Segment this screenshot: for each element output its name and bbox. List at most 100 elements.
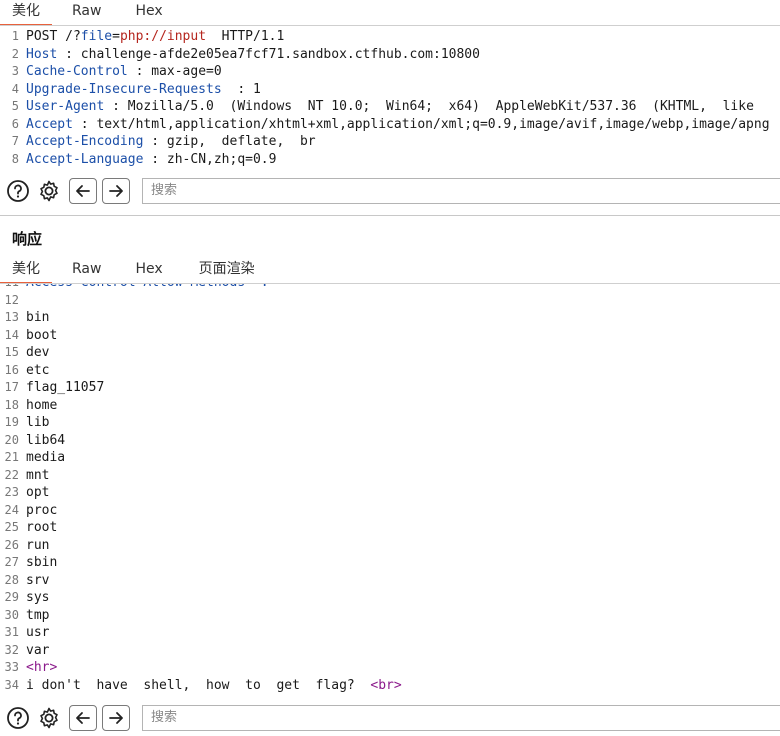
line-number: 19	[4, 415, 19, 429]
panel-divider	[0, 215, 780, 216]
code-line: 25 root	[0, 519, 780, 537]
code-line: 22 mnt	[0, 467, 780, 485]
code-token: file	[80, 29, 113, 44]
code-line: 14 boot	[0, 327, 780, 345]
code-token: : text/html,application/xhtml+xml,applic…	[72, 116, 770, 132]
line-number: 14	[4, 327, 19, 342]
code-line: 13 bin	[0, 309, 780, 327]
request-editor[interactable]: 1 POST /?file=php://input HTTP/1.1 2 Host :…	[0, 28, 780, 170]
line-number: 27	[4, 555, 19, 569]
code-line: 29 sys	[0, 589, 780, 607]
line-number: 30	[4, 607, 19, 622]
request-search-input[interactable]: 搜索	[142, 178, 780, 204]
gear-icon[interactable]	[37, 179, 61, 203]
help-icon[interactable]	[6, 179, 30, 203]
line-number: 12	[4, 292, 19, 307]
code-line: 34 i don't have shell, how to get flag? <…	[0, 677, 780, 695]
code-line: 17 flag_11057	[0, 379, 780, 397]
code-line: 20 lib64	[0, 432, 780, 450]
line-number: 7	[11, 134, 19, 148]
code-line: 6 Accept : text/html,application/xhtml+xm…	[0, 116, 780, 134]
code-line: 3 Cache-Control : max-age=0	[0, 63, 780, 81]
code-token: HTTP/1.1	[206, 29, 285, 44]
help-icon[interactable]	[6, 706, 30, 730]
code-token: : Mozilla/5.0 (Windows NT 10.0; Win64; x…	[104, 99, 754, 114]
line-number: 5	[11, 99, 19, 113]
line-content: var	[26, 642, 49, 660]
line-number: 1	[11, 29, 19, 43]
line-content: POST /?file=php://input HTTP/1.1	[26, 28, 284, 46]
code-token: flag_11057	[26, 380, 105, 395]
line-number: 28	[4, 572, 19, 587]
response-tabs: 美化 Raw Hex 页面渲染	[0, 258, 267, 284]
code-token: Host	[26, 46, 58, 62]
line-number: 29	[4, 590, 19, 604]
code-token: POST /?	[26, 29, 81, 44]
code-line: 18 home	[0, 397, 780, 415]
line-number: 25	[4, 520, 19, 534]
code-token: <hr>	[26, 660, 58, 675]
code-line: 19 lib	[0, 414, 780, 432]
code-token: : challenge-afde2e05ea7fcf71.sandbox.ctf…	[57, 46, 480, 62]
line-content: <hr>	[26, 659, 57, 677]
code-token: =	[112, 29, 120, 44]
tab-render[interactable]: 页面渲染	[177, 258, 267, 282]
code-line: 33 <hr>	[0, 659, 780, 677]
code-token: : gzip, deflate, br	[143, 134, 316, 149]
code-line: 23 opt	[0, 484, 780, 502]
line-content: Accept-Encoding : gzip, deflate, br	[26, 133, 316, 151]
arrow-right-icon[interactable]	[102, 705, 130, 731]
response-editor[interactable]: 11 Access-Control-Allow-Methods : * 12 13 bi…	[0, 284, 780, 695]
line-number: 3	[11, 64, 19, 78]
code-token: root	[26, 520, 58, 535]
code-token: srv	[26, 572, 50, 588]
request-tabs: 美化 Raw Hex	[0, 0, 177, 26]
code-line: 12	[0, 292, 780, 310]
line-content: proc	[26, 502, 57, 520]
code-line: 32 var	[0, 642, 780, 660]
code-token: php://input	[119, 29, 207, 44]
line-content: srv	[26, 572, 49, 590]
line-content: usr	[26, 624, 49, 642]
code-token: opt	[26, 485, 50, 500]
code-token: usr	[26, 625, 50, 640]
line-number: 26	[4, 537, 19, 552]
arrow-left-icon[interactable]	[69, 178, 97, 204]
line-content: root	[26, 519, 57, 537]
code-token: home	[26, 397, 58, 413]
line-number: 24	[4, 502, 19, 517]
line-content: lib	[26, 414, 49, 432]
line-number: 6	[11, 116, 19, 131]
code-line: 7 Accept-Encoding : gzip, deflate, br	[0, 133, 780, 151]
arrow-left-icon[interactable]	[69, 705, 97, 731]
tab-pretty[interactable]: 美化	[0, 0, 52, 26]
line-content: i don't have shell, how to get flag? <br…	[26, 677, 402, 695]
tab-hex[interactable]: Hex	[115, 0, 176, 24]
line-number: 22	[4, 467, 19, 482]
line-content: media	[26, 449, 65, 467]
line-content: mnt	[26, 467, 49, 485]
code-token: Upgrade-Insecure-Requests	[26, 81, 222, 97]
tab-raw[interactable]: Raw	[52, 0, 115, 24]
code-line: 1 POST /?file=php://input HTTP/1.1	[0, 28, 780, 46]
arrow-right-icon[interactable]	[102, 178, 130, 204]
code-token: sbin	[26, 555, 58, 570]
line-number: 23	[4, 485, 19, 499]
response-search-input[interactable]: 搜索	[142, 705, 780, 731]
gear-icon[interactable]	[37, 706, 61, 730]
tab-pretty[interactable]: 美化	[0, 258, 52, 284]
line-content: etc	[26, 362, 49, 380]
line-number: 8	[11, 151, 19, 166]
tab-divider	[0, 283, 780, 284]
line-number: 20	[4, 432, 19, 447]
code-line: 21 media	[0, 449, 780, 467]
tab-hex[interactable]: Hex	[115, 258, 176, 282]
code-token: proc	[26, 502, 58, 518]
line-content: Accept-Language : zh-CN,zh;q=0.9	[26, 151, 276, 169]
line-number: 13	[4, 310, 19, 324]
code-token: lib64	[26, 432, 66, 448]
code-token: sys	[26, 590, 50, 605]
line-content: tmp	[26, 607, 49, 625]
line-content: Cache-Control : max-age=0	[26, 63, 222, 81]
tab-raw[interactable]: Raw	[52, 258, 115, 282]
